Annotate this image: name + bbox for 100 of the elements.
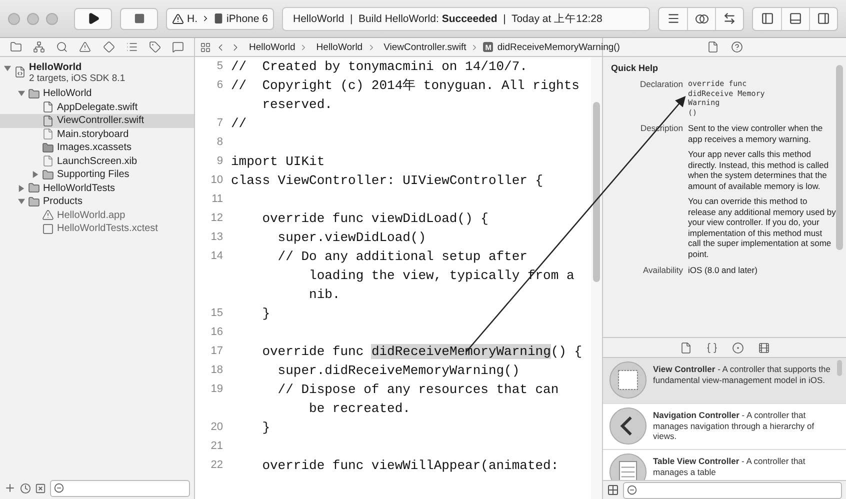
item-name: HelloWorldTests xyxy=(43,182,116,194)
code-line: class ViewController: UIViewController { xyxy=(231,172,544,190)
scrollbar[interactable] xyxy=(836,65,843,250)
quick-help-title: Quick Help xyxy=(611,63,658,73)
file-icon xyxy=(42,128,54,140)
line-number: 12 xyxy=(210,211,224,226)
path-crumb[interactable]: HelloWorld xyxy=(249,42,296,52)
line-number: 8 xyxy=(216,135,224,150)
file-icon xyxy=(42,101,54,114)
disclosure-triangle[interactable] xyxy=(32,171,39,178)
box-icon[interactable] xyxy=(35,482,46,494)
item-name: HelloWorld.app xyxy=(57,210,126,221)
scrollbar[interactable] xyxy=(593,102,600,282)
line-number: 15 xyxy=(210,306,224,321)
folder-icon xyxy=(28,196,40,208)
disclosure-triangle[interactable] xyxy=(4,65,11,72)
code-line: override func didReceiveMemoryWarning() { xyxy=(261,343,582,361)
navigator-item[interactable]: Main.storyboard xyxy=(0,128,194,141)
path-crumb[interactable]: ViewController.swift xyxy=(384,42,466,52)
device-icon xyxy=(212,13,224,24)
item-name: HelloWorld xyxy=(43,88,92,100)
clock-icon[interactable] xyxy=(20,482,31,494)
editor-mode-control[interactable] xyxy=(658,6,744,30)
tag-icon[interactable] xyxy=(149,41,162,53)
navigator-item[interactable]: HelloWorldTests xyxy=(0,182,194,195)
scheme-device: iPhone 6 xyxy=(226,12,268,24)
disclosure-triangle[interactable] xyxy=(18,90,25,98)
help-paragraph: Sent to the view controller when the app receives a memory warning. xyxy=(688,123,824,144)
code-line: super.didReceiveMemoryWarning() xyxy=(276,362,520,380)
path-crumb[interactable]: HelloWorld xyxy=(316,42,363,52)
library-description: View Controller - A controller that supports the fundamental view-management model in iOS. xyxy=(653,363,832,385)
navigator-item[interactable]: HelloWorld xyxy=(0,87,194,100)
item-name: ViewController.swift xyxy=(57,115,144,126)
folder-icon xyxy=(42,168,54,181)
search-icon[interactable] xyxy=(56,41,68,53)
code-line: } xyxy=(261,419,270,437)
help-paragraph: Your app never calls this method directly. Instead, this method is called when the system determines that the amount of available memory is low. xyxy=(688,149,830,191)
navigator-item[interactable]: Supporting Files xyxy=(0,168,194,182)
navigator-item[interactable]: HelloWorld.app xyxy=(0,208,194,222)
scrollbar[interactable] xyxy=(837,360,842,376)
code-line: // Created by tonymacmini on 14/10/7. xyxy=(231,58,528,76)
folder-icon xyxy=(28,182,40,194)
navigator-item[interactable]: HelloWorldTests.xctest xyxy=(0,222,194,236)
item-name: Supporting Files xyxy=(57,169,130,180)
disclosure-triangle[interactable] xyxy=(18,198,25,206)
circles-icon xyxy=(694,12,708,24)
run-button[interactable] xyxy=(74,8,112,30)
item-name: Images.xcassets xyxy=(57,142,132,154)
file-icon[interactable] xyxy=(680,342,692,354)
add-icon[interactable] xyxy=(4,482,16,494)
navigator-item[interactable]: ViewController.swift xyxy=(0,114,194,128)
film-icon[interactable] xyxy=(758,342,770,354)
stop-icon xyxy=(134,13,144,24)
project-subtitle: 2 targets, iOS SDK 8.1 xyxy=(29,73,126,84)
object-icon[interactable] xyxy=(732,342,744,354)
message-icon[interactable] xyxy=(172,41,184,53)
folder-icon[interactable] xyxy=(10,41,22,53)
disclosure-triangle[interactable] xyxy=(18,184,25,192)
diamond-icon[interactable] xyxy=(102,41,115,53)
view-toggle-control[interactable] xyxy=(752,6,838,30)
project-item[interactable]: HelloWorld 2 targets, iOS SDK 8.1 xyxy=(0,61,194,87)
bundle-icon xyxy=(42,222,54,235)
line-number: 17 xyxy=(210,344,224,359)
file-icon xyxy=(42,114,54,127)
code-line: import UIKit xyxy=(231,153,325,171)
navigator-item[interactable]: LaunchScreen.xib xyxy=(0,154,194,168)
line-number: 21 xyxy=(210,439,224,454)
navigator-item[interactable]: Images.xcassets xyxy=(0,141,194,154)
project-name: HelloWorld xyxy=(29,62,83,73)
arrows-icon xyxy=(723,12,736,25)
library-description: Table View Controller - A controller that manages a table xyxy=(653,455,806,477)
grid-icon[interactable] xyxy=(607,484,619,496)
navigator-item[interactable]: Products xyxy=(0,195,194,208)
braces-icon[interactable] xyxy=(706,342,718,354)
line-number: 19 xyxy=(210,382,224,397)
play-icon xyxy=(86,12,100,25)
field-label: Availability xyxy=(642,265,683,276)
item-name: Products xyxy=(43,196,82,208)
scheme-target: H. xyxy=(187,12,198,24)
warning-icon[interactable] xyxy=(79,41,92,53)
hierarchy-icon[interactable] xyxy=(32,41,45,53)
navigation-controller-icon xyxy=(609,407,647,445)
file-icon[interactable] xyxy=(706,41,718,53)
code-line: super.viewDidLoad() xyxy=(276,229,426,247)
path-crumb[interactable]: didReceiveMemoryWarning() xyxy=(497,42,620,52)
line-number: 22 xyxy=(210,458,224,473)
activity-status: HelloWorld | Build HelloWorld: Succeeded | Today at 上午12:28 xyxy=(282,6,650,30)
line-number: 5 xyxy=(216,59,224,74)
stop-button[interactable] xyxy=(120,8,158,30)
help-paragraph: iOS (8.0 and later) xyxy=(688,265,758,276)
file-icon xyxy=(42,155,54,168)
grid-icon[interactable] xyxy=(200,42,211,52)
filter-field[interactable] xyxy=(50,480,190,496)
help-icon[interactable] xyxy=(730,41,742,53)
filter-icon xyxy=(54,483,64,493)
navigator-item[interactable]: AppDelegate.swift xyxy=(0,100,194,114)
line-number: 20 xyxy=(210,420,224,435)
scheme-selector[interactable]: H. iPhone 6 xyxy=(166,8,274,30)
project-icon xyxy=(14,66,26,78)
library-item[interactable]: View Controller - A controller that supports the fundamental view-management model in iOS. xyxy=(603,358,846,404)
